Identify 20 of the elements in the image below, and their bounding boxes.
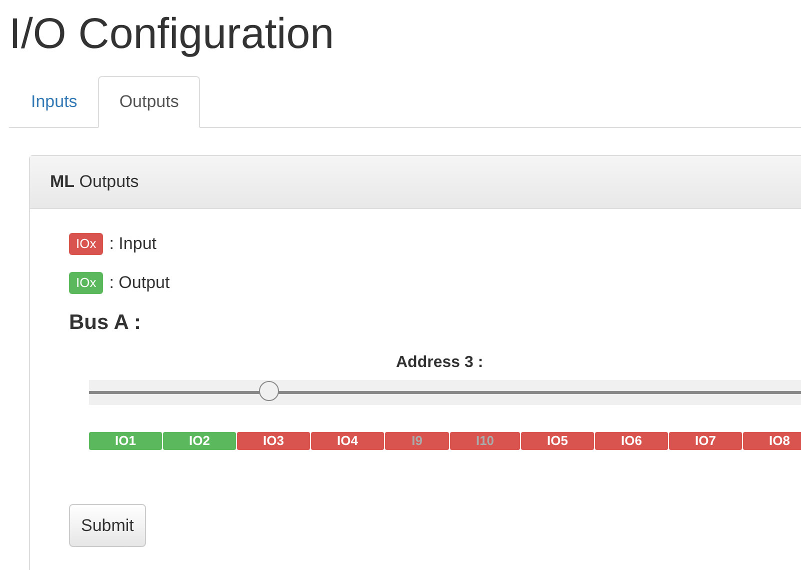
- io-segment[interactable]: IO1: [89, 432, 162, 450]
- page-title: I/O Configuration: [8, 9, 336, 60]
- legend-label: : Input: [109, 234, 156, 254]
- tab[interactable]: Outputs: [98, 76, 200, 128]
- io-segment[interactable]: IO7: [669, 432, 742, 450]
- io-segment[interactable]: IO6: [595, 432, 668, 450]
- bus-heading: Bus A :: [69, 311, 142, 335]
- tab[interactable]: Inputs: [10, 76, 98, 128]
- legend-label: : Output: [109, 273, 170, 293]
- io-segment[interactable]: IO2: [163, 432, 236, 450]
- badge: IOx: [69, 233, 104, 255]
- io-segment[interactable]: IO3: [237, 432, 310, 450]
- submit-button[interactable]: Submit: [69, 504, 146, 547]
- address-label: Address 3 :: [396, 354, 484, 372]
- panel-title: ML Outputs: [50, 172, 139, 192]
- io-segment[interactable]: IO4: [311, 432, 384, 450]
- badge: IOx: [69, 272, 104, 294]
- io-segment[interactable]: IO5: [521, 432, 594, 450]
- io-segment[interactable]: IO8: [743, 432, 801, 450]
- slider-thumb[interactable]: [259, 381, 279, 401]
